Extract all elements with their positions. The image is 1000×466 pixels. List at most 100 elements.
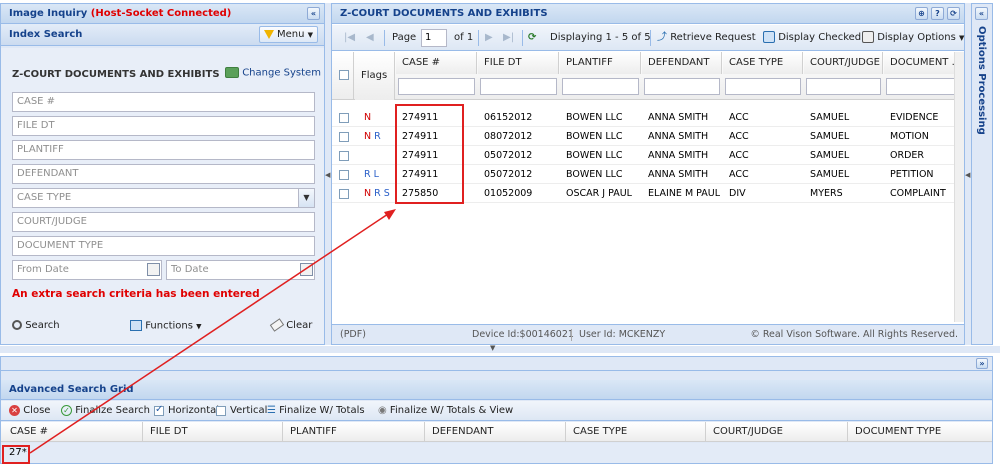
col-flags[interactable]: Flags: [355, 52, 395, 100]
menu-icon: [263, 29, 274, 39]
display-options-button[interactable]: Display Options ▼: [862, 30, 964, 46]
filter-document[interactable]: [886, 78, 960, 95]
adv-col-file-date[interactable]: FILE DT: [144, 422, 283, 442]
retrieve-request-button[interactable]: ⤴ Retrieve Request: [657, 30, 756, 46]
row-plantiff: BOWEN LLC: [566, 150, 623, 161]
double-chevron-down-icon[interactable]: »: [976, 358, 988, 369]
col-case-type[interactable]: CASE TYPE: [723, 52, 803, 74]
document-type-field[interactable]: DOCUMENT TYPE: [12, 236, 315, 256]
col-case-number[interactable]: CASE #: [396, 52, 477, 74]
collapse-down-icon[interactable]: ▼: [490, 344, 495, 352]
double-chevron-left-icon[interactable]: «: [307, 7, 320, 20]
prev-page-icon[interactable]: ◀: [366, 30, 374, 46]
col-plantiff[interactable]: PLANTIFF: [560, 52, 641, 74]
device-id: Device Id:$00146021: [472, 329, 574, 340]
from-date-field[interactable]: From Date: [12, 260, 162, 280]
last-page-icon[interactable]: ▶|: [503, 30, 514, 46]
col-file-date[interactable]: FILE DT: [478, 52, 559, 74]
filter-case-number[interactable]: [398, 78, 475, 95]
court-judge-field[interactable]: COURT/JUDGE: [12, 212, 315, 232]
help-icon[interactable]: ?: [931, 7, 944, 20]
pager-toolbar: |◀ ◀ Page 1 of 1 ▶ ▶| ⟳ Displaying 1 - 5…: [332, 25, 964, 51]
from-date-placeholder: From Date: [17, 264, 69, 275]
clear-button[interactable]: Clear: [269, 318, 312, 332]
refresh-icon[interactable]: ⟳: [947, 7, 960, 20]
case-type-select[interactable]: CASE TYPE ▼: [12, 188, 315, 208]
adv-col-case-number[interactable]: CASE #: [4, 422, 143, 442]
row-defendant: ANNA SMITH: [648, 131, 709, 142]
adv-col-plantiff[interactable]: PLANTIFF: [284, 422, 425, 442]
search-form: Z-COURT DOCUMENTS AND EXHIBITS Change Sy…: [1, 48, 324, 344]
close-button[interactable]: ✕ Close: [9, 403, 50, 419]
horizontal-checkbox[interactable]: [154, 404, 164, 416]
display-checked-label: Display Checked: [778, 32, 862, 43]
row-checkbox[interactable]: [339, 170, 349, 180]
row-flags: N R S: [364, 188, 390, 199]
row-flags: N R: [364, 131, 381, 142]
page-number-input[interactable]: 1: [421, 29, 447, 47]
select-all-checkbox[interactable]: [339, 70, 349, 80]
col-court-judge[interactable]: COURT/JUDGE: [804, 52, 883, 74]
case-number-field[interactable]: CASE #: [12, 92, 315, 112]
change-system-label: Change System: [242, 67, 321, 79]
next-page-icon[interactable]: ▶: [485, 30, 493, 46]
page-count: of 1: [454, 32, 474, 43]
row-checkbox[interactable]: [339, 151, 349, 161]
search-button[interactable]: Search: [12, 320, 60, 331]
filter-court-judge[interactable]: [806, 78, 881, 95]
calendar-icon[interactable]: [300, 263, 313, 276]
vertical-checkbox[interactable]: [216, 406, 226, 416]
documents-footer: (PDF) Device Id:$00146021 User Id: MCKEN…: [332, 324, 964, 344]
row-checkbox[interactable]: [339, 113, 349, 123]
double-chevron-left-icon[interactable]: «: [975, 7, 988, 20]
close-icon: ✕: [9, 404, 20, 416]
pdf-label[interactable]: (PDF): [340, 325, 366, 344]
chevron-down-icon[interactable]: ▼: [298, 189, 314, 207]
display-checked-button[interactable]: Display Checked: [763, 30, 861, 46]
finalize-totals-button[interactable]: ☰ Finalize W/ Totals: [267, 403, 365, 419]
bottom-splitter[interactable]: ▼: [0, 344, 1000, 353]
filter-file-date[interactable]: [480, 78, 557, 95]
filter-plantiff[interactable]: [562, 78, 639, 95]
case-type-placeholder: CASE TYPE: [17, 192, 72, 203]
options-processing-panel[interactable]: « Options Processing: [971, 3, 993, 345]
file-date-field[interactable]: FILE DT: [12, 116, 315, 136]
functions-button[interactable]: Functions ▼: [130, 320, 202, 332]
filter-defendant[interactable]: [644, 78, 720, 95]
calendar-icon[interactable]: [147, 263, 160, 276]
adv-col-document-type[interactable]: DOCUMENT TYPE: [849, 422, 992, 442]
plantiff-field[interactable]: PLANTIFF: [12, 140, 315, 160]
image-inquiry-panel: Image Inquiry (Host-Socket Connected) « …: [0, 3, 325, 345]
adv-col-case-type[interactable]: CASE TYPE: [567, 422, 706, 442]
toolbar-separator: [384, 30, 385, 46]
row-plantiff: BOWEN LLC: [566, 112, 623, 123]
adv-col-court-judge[interactable]: COURT/JUDGE: [707, 422, 848, 442]
row-checkbox[interactable]: [339, 132, 349, 142]
defendant-field[interactable]: DEFENDANT: [12, 164, 315, 184]
collapse-left-icon[interactable]: ◀: [325, 171, 330, 179]
filter-case-type[interactable]: [725, 78, 801, 95]
finalize-search-button[interactable]: ✓ Finalize Search: [61, 403, 150, 419]
finalize-search-label: Finalize Search: [75, 405, 150, 416]
to-date-field[interactable]: To Date: [166, 260, 315, 280]
reload-icon[interactable]: ⟳: [528, 30, 536, 46]
collapse-right-icon[interactable]: ◀: [965, 171, 970, 179]
vertical-label: Vertical: [230, 405, 268, 416]
adv-col-defendant[interactable]: DEFENDANT: [426, 422, 566, 442]
row-checkbox[interactable]: [339, 189, 349, 199]
advanced-grid-row: 27*: [1, 443, 992, 463]
print-icon[interactable]: ⊕: [915, 7, 928, 20]
row-file-date: 05072012: [484, 169, 533, 180]
row-court-judge: SAMUEL: [810, 112, 850, 123]
grid-scrollbar[interactable]: [954, 52, 964, 322]
image-inquiry-title: Image Inquiry: [9, 8, 88, 19]
change-system-button[interactable]: Change System: [225, 67, 321, 79]
displaying-count: Displaying 1 - 5 of 5: [550, 32, 651, 43]
finalize-totals-label: Finalize W/ Totals: [279, 405, 365, 416]
col-defendant[interactable]: DEFENDANT: [642, 52, 722, 74]
col-document[interactable]: DOCUMENT ...: [884, 52, 964, 74]
finalize-totals-view-button[interactable]: ◉ Finalize W/ Totals & View: [378, 403, 513, 419]
first-page-icon[interactable]: |◀: [344, 30, 355, 46]
select-all-cell: [332, 52, 354, 100]
menu-button[interactable]: Menu ▼: [258, 26, 318, 43]
